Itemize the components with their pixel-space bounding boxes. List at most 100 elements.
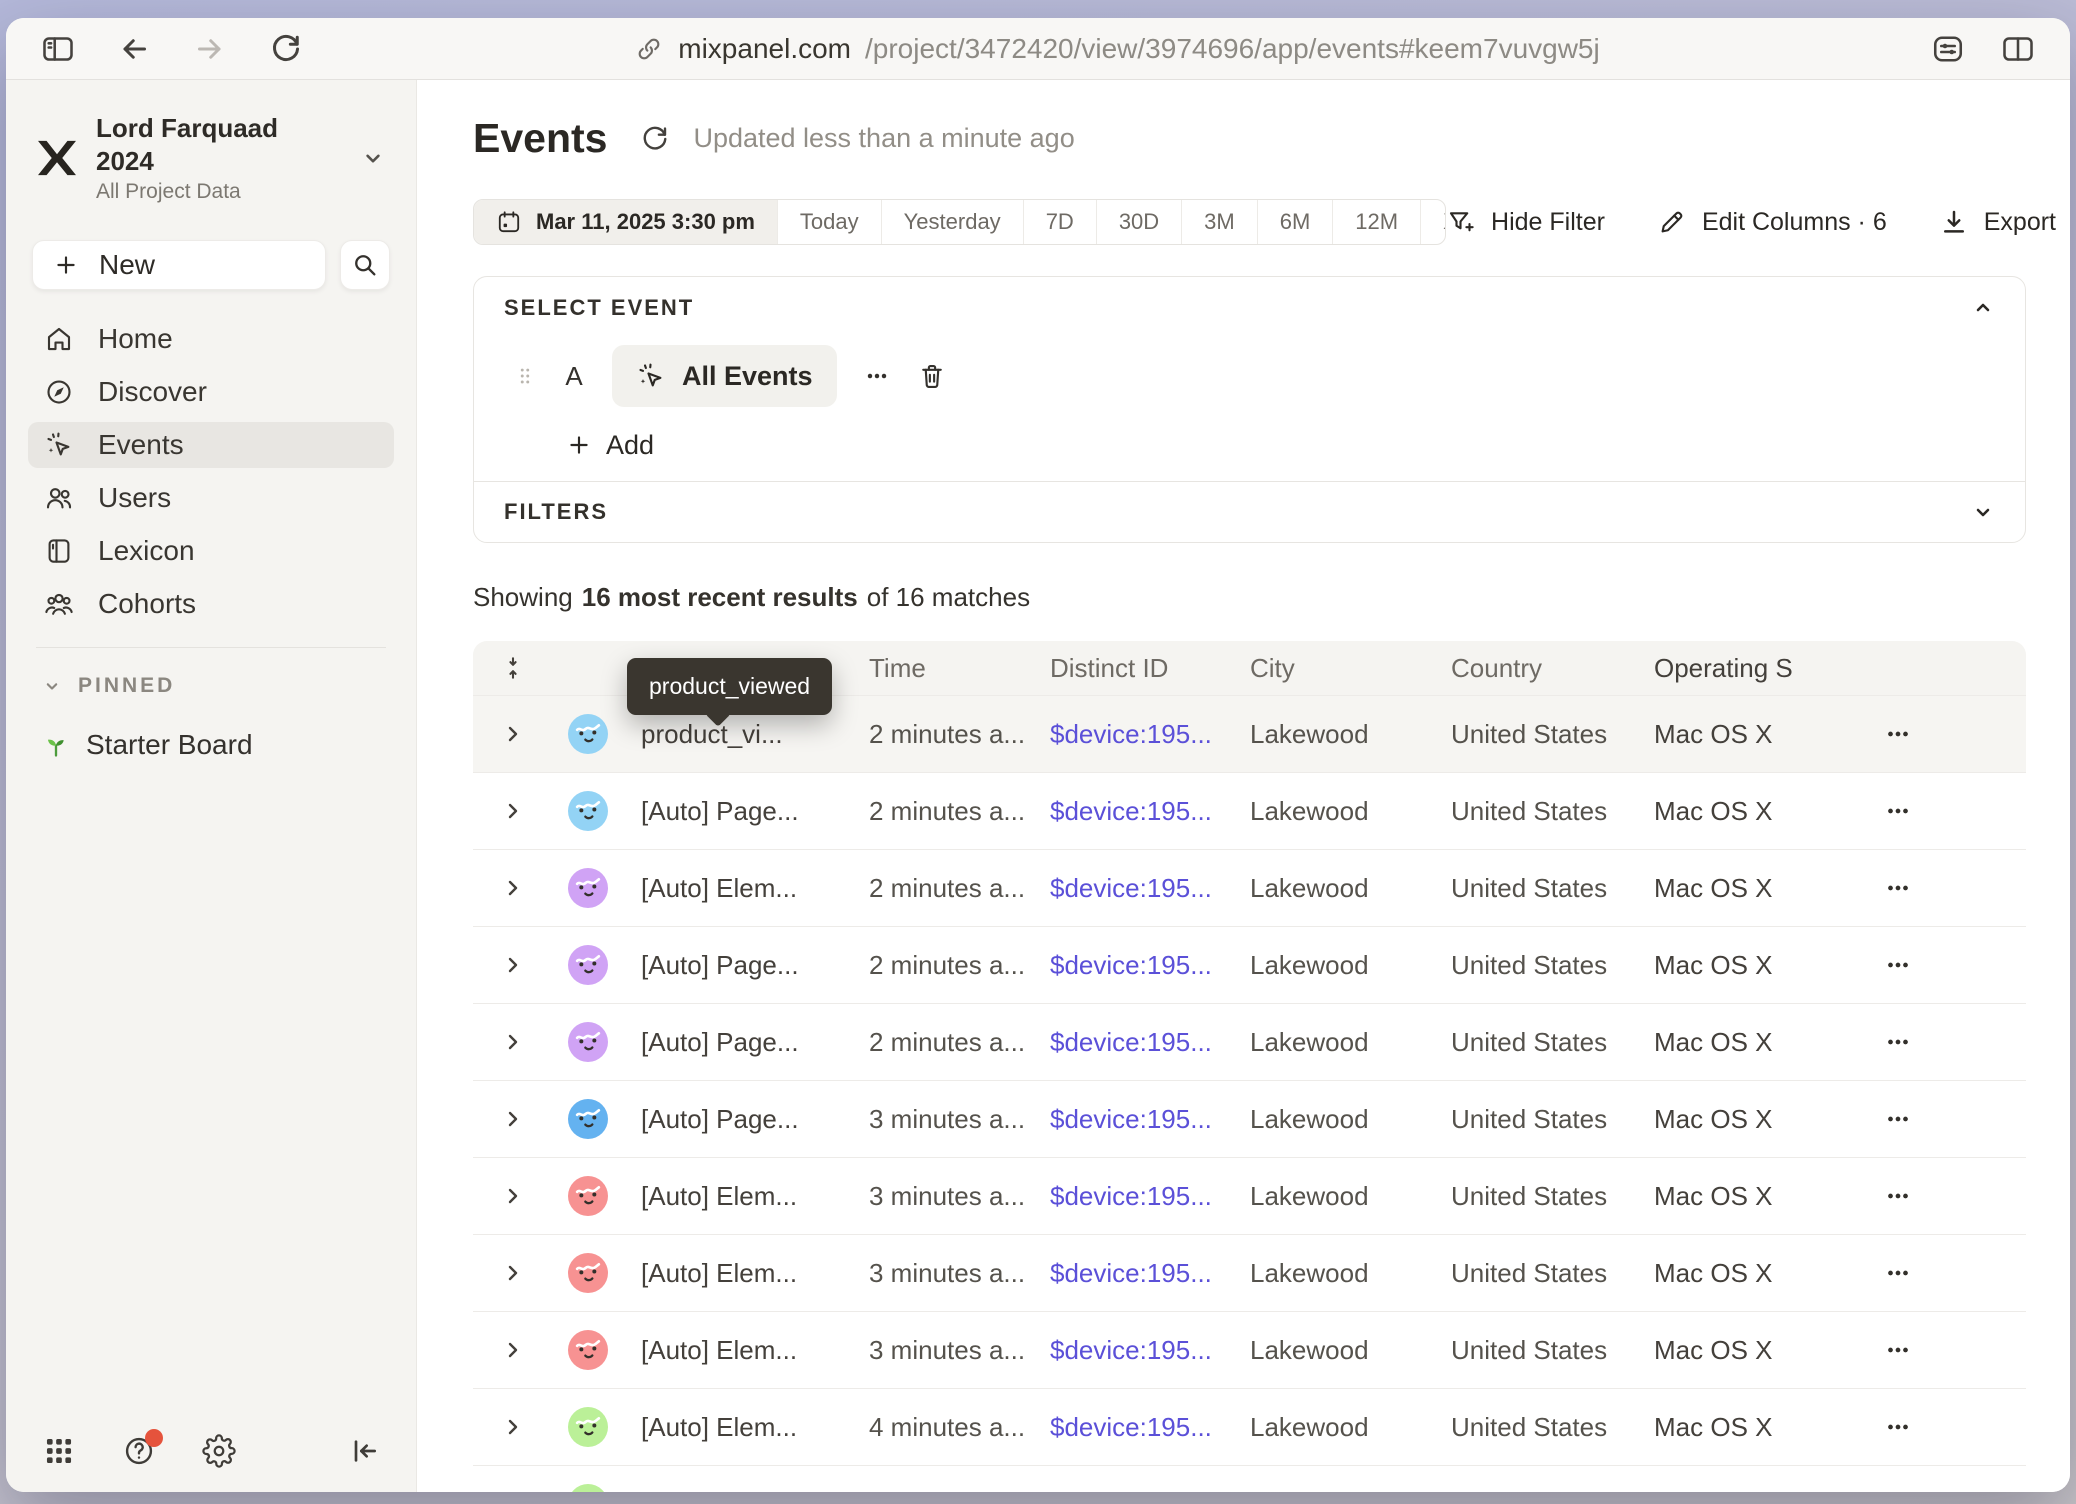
table-row[interactable]: [Auto] Page... 2 minutes a... $device:19… bbox=[473, 772, 2026, 849]
row-more-options-icon[interactable] bbox=[1883, 1104, 1913, 1134]
distinct-id-link[interactable]: $device:195... bbox=[1032, 1027, 1232, 1058]
new-button[interactable]: New bbox=[32, 240, 326, 290]
table-row[interactable] bbox=[473, 1465, 2026, 1492]
distinct-id-link[interactable]: $device:195... bbox=[1032, 719, 1232, 750]
help-button[interactable] bbox=[122, 1434, 156, 1468]
row-more-options-icon[interactable] bbox=[1883, 719, 1913, 749]
distinct-id-link[interactable]: $device:195... bbox=[1032, 1104, 1232, 1135]
search-button[interactable] bbox=[340, 240, 390, 290]
expand-row-icon[interactable] bbox=[501, 1107, 525, 1131]
add-event-button[interactable]: Add bbox=[566, 423, 1995, 467]
distinct-id-link[interactable]: $device:195... bbox=[1032, 873, 1232, 904]
os-value: Mac OS X bbox=[1636, 796, 1859, 827]
distinct-id-link[interactable]: $device:195... bbox=[1032, 1181, 1232, 1212]
event-selector-chip[interactable]: All Events bbox=[612, 345, 837, 407]
sidebar-item-discover[interactable]: Discover bbox=[28, 369, 394, 415]
row-more-options-icon[interactable] bbox=[1883, 873, 1913, 903]
chevron-down-icon[interactable] bbox=[1971, 500, 1995, 524]
edit-columns-button[interactable]: Edit Columns · 6 bbox=[1657, 207, 1887, 237]
hide-filter-button[interactable]: Hide Filter bbox=[1446, 207, 1605, 237]
column-country[interactable]: Country bbox=[1433, 653, 1636, 684]
expand-row-icon[interactable] bbox=[501, 1338, 525, 1362]
event-name[interactable]: [Auto] Elem... bbox=[623, 1181, 851, 1212]
date-preset-button[interactable]: Yesterday bbox=[881, 200, 1023, 244]
table-row[interactable]: [Auto] Page... 2 minutes a... $device:19… bbox=[473, 1003, 2026, 1080]
expand-row-icon[interactable] bbox=[501, 799, 525, 823]
sidebar-item-home[interactable]: Home bbox=[28, 316, 394, 362]
expand-row-icon[interactable] bbox=[501, 953, 525, 977]
sidebar-item-cohorts[interactable]: Cohorts bbox=[28, 581, 394, 627]
panel-toggle-icon[interactable] bbox=[40, 31, 76, 67]
refresh-icon[interactable] bbox=[639, 123, 671, 155]
row-more-options-icon[interactable] bbox=[1883, 1412, 1913, 1442]
project-switcher[interactable]: Lord Farquaad 2024 All Project Data bbox=[28, 112, 394, 204]
expand-row-icon[interactable] bbox=[501, 1184, 525, 1208]
event-name[interactable]: [Auto] Elem... bbox=[623, 1258, 851, 1289]
split-view-icon[interactable] bbox=[2000, 31, 2036, 67]
trash-icon[interactable] bbox=[917, 361, 947, 391]
event-time: 3 minutes a... bbox=[851, 1181, 1032, 1212]
event-name[interactable]: [Auto] Page... bbox=[623, 950, 851, 981]
chevron-up-icon[interactable] bbox=[1971, 296, 1995, 320]
pinned-section-header[interactable]: PINNED bbox=[28, 674, 394, 698]
table-row[interactable]: [Auto] Elem... 3 minutes a... $device:19… bbox=[473, 1157, 2026, 1234]
event-name[interactable]: [Auto] Page... bbox=[623, 1104, 851, 1135]
row-more-options-icon[interactable] bbox=[1883, 1027, 1913, 1057]
reload-icon[interactable] bbox=[268, 31, 304, 67]
distinct-id-link[interactable]: $device:195... bbox=[1032, 796, 1232, 827]
address-bar[interactable]: mixpanel.com/project/3472420/view/397469… bbox=[304, 33, 1930, 65]
table-row[interactable]: [Auto] Elem... 3 minutes a... $device:19… bbox=[473, 1311, 2026, 1388]
event-name[interactable]: [Auto] Elem... bbox=[623, 1335, 851, 1366]
table-row[interactable]: [Auto] Elem... 2 minutes a... $device:19… bbox=[473, 849, 2026, 926]
more-options-icon[interactable] bbox=[863, 362, 891, 390]
distinct-id-link[interactable]: $device:195... bbox=[1032, 1258, 1232, 1289]
row-more-options-icon[interactable] bbox=[1883, 1181, 1913, 1211]
row-more-options-icon[interactable] bbox=[1883, 1489, 1913, 1492]
sidebar-item-users[interactable]: Users bbox=[28, 475, 394, 521]
page-settings-icon[interactable] bbox=[1930, 31, 1966, 67]
sort-icon[interactable] bbox=[500, 655, 526, 681]
sidebar-item-lexicon[interactable]: Lexicon bbox=[28, 528, 394, 574]
expand-row-icon[interactable] bbox=[501, 1261, 525, 1285]
distinct-id-link[interactable]: $device:195... bbox=[1032, 1412, 1232, 1443]
distinct-id-link[interactable]: $device:195... bbox=[1032, 950, 1232, 981]
row-more-options-icon[interactable] bbox=[1883, 950, 1913, 980]
expand-row-icon[interactable] bbox=[501, 722, 525, 746]
column-time[interactable]: Time bbox=[851, 653, 1032, 684]
back-icon[interactable] bbox=[116, 31, 152, 67]
date-preset-button[interactable]: 30D bbox=[1096, 200, 1181, 244]
column-distinct-id[interactable]: Distinct ID bbox=[1032, 653, 1232, 684]
event-name[interactable]: [Auto] Page... bbox=[623, 796, 851, 827]
event-name[interactable]: product_vi... bbox=[623, 719, 851, 750]
table-row[interactable]: [Auto] Page... 3 minutes a... $device:19… bbox=[473, 1080, 2026, 1157]
event-name[interactable]: [Auto] Page... bbox=[623, 1027, 851, 1058]
date-preset-button[interactable]: Today bbox=[777, 200, 881, 244]
export-button[interactable]: Export bbox=[1939, 207, 2056, 237]
table-row[interactable]: [Auto] Elem... 3 minutes a... $device:19… bbox=[473, 1234, 2026, 1311]
expand-row-icon[interactable] bbox=[501, 1030, 525, 1054]
expand-row-icon[interactable] bbox=[501, 876, 525, 900]
apps-grid-icon[interactable] bbox=[42, 1434, 76, 1468]
expand-row-icon[interactable] bbox=[501, 1415, 525, 1439]
event-name[interactable]: [Auto] Elem... bbox=[623, 1412, 851, 1443]
date-range-selected[interactable]: Mar 11, 2025 3:30 pm bbox=[474, 200, 777, 244]
collapse-sidebar-icon[interactable] bbox=[348, 1435, 380, 1467]
event-name[interactable]: [Auto] Elem... bbox=[623, 873, 851, 904]
sidebar-item-starter-board[interactable]: Starter Board bbox=[28, 722, 394, 768]
drag-handle-icon[interactable] bbox=[514, 363, 536, 389]
column-operating-system[interactable]: Operating S bbox=[1636, 653, 1859, 684]
gear-icon[interactable] bbox=[202, 1434, 236, 1468]
table-row[interactable]: [Auto] Page... 2 minutes a... $device:19… bbox=[473, 926, 2026, 1003]
sidebar-item-events[interactable]: Events bbox=[28, 422, 394, 468]
row-more-options-icon[interactable] bbox=[1883, 1335, 1913, 1365]
date-preset-button[interactable]: 12M bbox=[1332, 200, 1420, 244]
date-preset-button[interactable]: 6M bbox=[1257, 200, 1333, 244]
distinct-id-link[interactable]: $device:195... bbox=[1032, 1335, 1232, 1366]
date-custom-button[interactable]: XTD bbox=[1420, 200, 1446, 244]
table-row[interactable]: [Auto] Elem... 4 minutes a... $device:19… bbox=[473, 1388, 2026, 1465]
date-preset-button[interactable]: 7D bbox=[1023, 200, 1096, 244]
column-city[interactable]: City bbox=[1232, 653, 1433, 684]
date-preset-button[interactable]: 3M bbox=[1181, 200, 1257, 244]
row-more-options-icon[interactable] bbox=[1883, 1258, 1913, 1288]
row-more-options-icon[interactable] bbox=[1883, 796, 1913, 826]
